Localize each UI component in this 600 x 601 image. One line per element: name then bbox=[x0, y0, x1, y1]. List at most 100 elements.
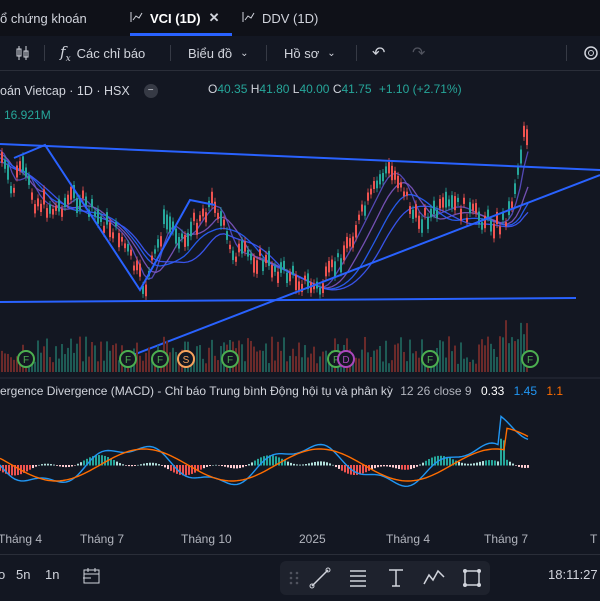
macd-histogram-bar bbox=[428, 459, 430, 466]
candle-body bbox=[466, 217, 468, 223]
trend-line-icon[interactable] bbox=[308, 566, 332, 590]
range-1y-button[interactable]: 1n bbox=[45, 567, 59, 582]
candle-body bbox=[22, 156, 24, 172]
macd-histogram-bar bbox=[491, 460, 493, 466]
candle-style-icon[interactable] bbox=[14, 36, 32, 70]
candle-body bbox=[124, 243, 126, 249]
tab-market[interactable]: ổ chứng khoán bbox=[0, 0, 87, 36]
macd-histogram-bar bbox=[392, 465, 394, 468]
macd-histogram-bar bbox=[29, 465, 31, 470]
volume-bar bbox=[505, 320, 507, 372]
macd-histogram-bar bbox=[290, 462, 292, 466]
volume-bar bbox=[265, 343, 267, 372]
candle-body bbox=[271, 264, 273, 278]
volume-bar bbox=[469, 362, 471, 372]
macd-histogram-bar bbox=[353, 465, 355, 476]
candle-body bbox=[460, 208, 462, 221]
candle-body bbox=[133, 265, 135, 271]
visibility-toggle[interactable]: − bbox=[143, 84, 158, 98]
volume-bar bbox=[391, 360, 393, 372]
macd-histogram-bar bbox=[128, 465, 130, 467]
text-tool-icon[interactable] bbox=[384, 566, 408, 590]
settings-icon[interactable] bbox=[582, 36, 600, 70]
ohlc-readout: O40.35 H41.80 L40.00 C41.75 +1.10 (+2.71… bbox=[208, 82, 462, 96]
price-chart[interactable]: FFFSFFDFF bbox=[0, 70, 600, 554]
tab-vci[interactable]: VCI (1D) ✕ bbox=[130, 0, 219, 36]
range-button[interactable]: o bbox=[0, 567, 5, 582]
x-axis-label: Tháng 7 bbox=[80, 532, 125, 546]
macd-histogram-bar bbox=[56, 465, 58, 466]
macd-histogram-bar bbox=[458, 461, 460, 466]
macd-histogram-bar bbox=[95, 455, 97, 466]
volume-bar bbox=[10, 357, 12, 372]
macd-histogram-bar bbox=[11, 465, 13, 476]
date-range-icon[interactable] bbox=[82, 567, 102, 588]
volume-bar bbox=[493, 348, 495, 372]
macd-histogram-bar bbox=[146, 463, 148, 466]
macd-histogram-bar bbox=[515, 465, 517, 466]
candle-body bbox=[331, 259, 333, 268]
candle-body bbox=[292, 265, 294, 275]
candle-body bbox=[325, 266, 327, 277]
pattern-tool-icon[interactable] bbox=[422, 566, 446, 590]
candle-body bbox=[328, 260, 330, 273]
chart-type-button[interactable]: Biểu đồ ⌄ bbox=[188, 36, 248, 70]
macd-histogram-bar bbox=[62, 465, 64, 467]
volume-bar bbox=[4, 353, 6, 372]
volume-bar bbox=[7, 353, 9, 372]
macd-histogram-bar bbox=[200, 465, 202, 470]
candle-body bbox=[424, 207, 426, 216]
macd-histogram-bar bbox=[59, 465, 61, 467]
macd-histogram-bar bbox=[164, 465, 166, 468]
macd-histogram-bar bbox=[155, 463, 157, 466]
macd-histogram-bar bbox=[122, 464, 124, 466]
event-badge-label: F bbox=[227, 355, 233, 366]
candle-body bbox=[145, 284, 147, 297]
candle-body bbox=[190, 221, 192, 237]
candle-body bbox=[352, 236, 354, 248]
close-icon[interactable]: ✕ bbox=[209, 10, 220, 26]
candle-body bbox=[268, 250, 270, 266]
macd-histogram-bar bbox=[473, 463, 475, 466]
candle-body bbox=[247, 249, 249, 257]
macd-histogram-bar bbox=[251, 462, 253, 466]
drag-handle-icon[interactable] bbox=[282, 566, 306, 590]
close-value: 41.75 bbox=[341, 82, 372, 96]
macd-histogram-bar bbox=[335, 465, 337, 468]
candle-body bbox=[454, 196, 456, 211]
candle-body bbox=[196, 222, 198, 235]
candle-body bbox=[46, 208, 48, 218]
candle-body bbox=[394, 170, 396, 180]
volume-bar bbox=[367, 352, 369, 372]
volume-bar bbox=[97, 361, 99, 372]
candle-body bbox=[40, 203, 42, 213]
fib-retracement-icon[interactable] bbox=[346, 566, 370, 590]
rectangle-tool-icon[interactable] bbox=[460, 566, 484, 590]
macd-histogram-bar bbox=[506, 459, 508, 466]
volume-bar bbox=[484, 345, 486, 372]
profile-button[interactable]: Hồ sơ ⌄ bbox=[284, 36, 336, 70]
x-axis-label: Tháng 4 bbox=[386, 532, 431, 546]
candle-body bbox=[34, 204, 36, 214]
profile-label: Hồ sơ bbox=[284, 45, 320, 61]
macd-histogram-bar bbox=[221, 465, 223, 467]
candle-body bbox=[451, 195, 453, 208]
tab-ddv[interactable]: DDV (1D) bbox=[242, 0, 318, 36]
redo-icon[interactable]: ↷ bbox=[412, 36, 425, 70]
macd-histogram-bar bbox=[227, 465, 229, 468]
macd-histogram-bar bbox=[398, 465, 400, 470]
volume-bar bbox=[145, 352, 147, 372]
candle-body bbox=[520, 149, 522, 164]
macd-histogram-bar bbox=[233, 465, 235, 469]
volume-bar bbox=[508, 343, 510, 372]
macd-histogram-bar bbox=[293, 463, 295, 466]
volume-bar bbox=[46, 338, 48, 372]
macd-histogram-bar bbox=[299, 464, 301, 466]
macd-histogram-bar bbox=[83, 460, 85, 466]
close-key: C bbox=[332, 82, 342, 96]
indicators-button[interactable]: fx Các chỉ báo bbox=[60, 36, 145, 70]
candle-body bbox=[367, 192, 369, 201]
range-5y-button[interactable]: 5n bbox=[16, 567, 30, 582]
undo-icon[interactable]: ↶ bbox=[372, 36, 385, 70]
candle-body bbox=[130, 249, 132, 256]
